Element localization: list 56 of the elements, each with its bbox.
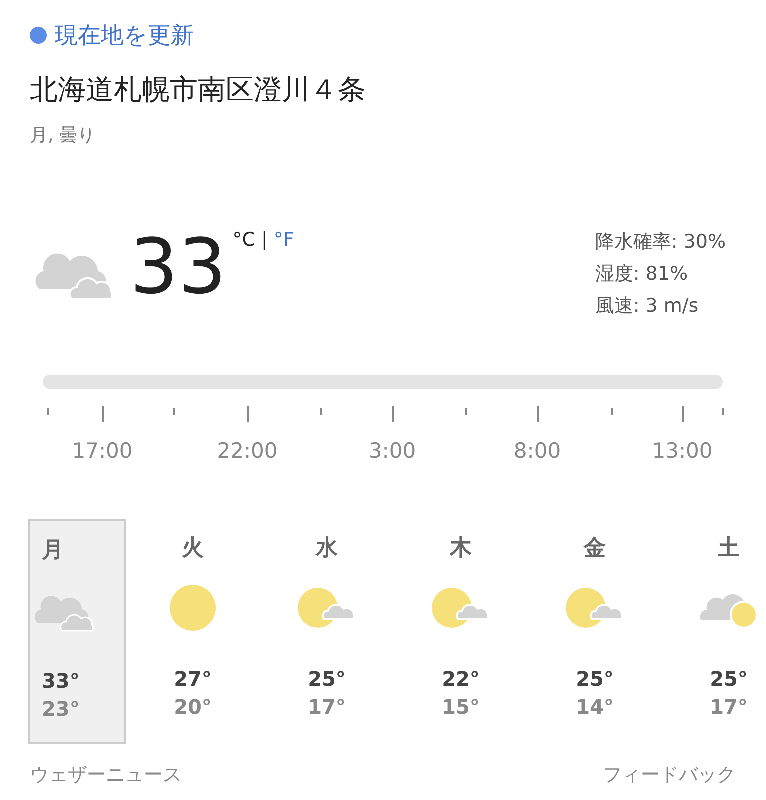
location-title: 北海道札幌市南区澄川４条 [29, 72, 367, 108]
time-label: 8:00 [514, 439, 562, 463]
day-label: 土 [718, 535, 740, 563]
weather-detail: 湿度: 81% [595, 262, 689, 287]
day-forecast[interactable]: 金 25° 14° [528, 519, 662, 744]
day-label: 月 [42, 537, 64, 565]
unit-separator: | [262, 229, 268, 251]
time-label: 17:00 [72, 439, 133, 463]
day-label: 金 [584, 535, 606, 563]
time-label: 22:00 [217, 439, 278, 463]
high-temperature: 22° [442, 667, 480, 691]
weather-detail: 風速: 3 m/s [595, 294, 700, 319]
tick-mark [320, 408, 322, 415]
low-temperature: 14° [576, 695, 614, 719]
high-temperature: 25° [710, 667, 748, 691]
sun-cloud-icon [432, 587, 490, 629]
day-label: 木 [450, 535, 472, 563]
day-forecast[interactable]: 水 25° 17° [260, 519, 394, 744]
tick-mark [682, 406, 684, 422]
high-temperature: 27° [174, 667, 212, 691]
sun-cloud-icon [298, 587, 356, 629]
tick-mark [611, 408, 613, 415]
weather-condition: 月, 曇り [29, 124, 96, 147]
low-temperature: 15° [442, 695, 480, 719]
day-label: 火 [182, 535, 204, 563]
tick-mark [392, 406, 394, 422]
tick-mark [47, 408, 49, 415]
refresh-location-link[interactable]: 現在地を更新 [55, 20, 194, 51]
sun-cloud-icon [566, 587, 624, 629]
time-label: 13:00 [652, 439, 713, 463]
tick-mark [722, 408, 724, 415]
tick-mark [537, 406, 539, 422]
low-temperature: 20° [174, 695, 212, 719]
current-temperature: 33 [130, 229, 227, 305]
day-forecast[interactable]: 木 22° 15° [394, 519, 528, 744]
day-forecast[interactable]: 月 33° 23° [28, 519, 126, 744]
tick-mark [173, 408, 175, 415]
unit-toggle[interactable]: °F [274, 229, 294, 251]
tick-mark [247, 406, 249, 422]
weather-detail: 降水確率: 30% [595, 230, 726, 255]
low-temperature: 23° [42, 697, 80, 721]
low-temperature: 17° [710, 695, 748, 719]
high-temperature: 25° [576, 667, 614, 691]
feedback-link[interactable]: フィードバック [603, 762, 736, 788]
time-label: 3:00 [368, 439, 416, 463]
location-dot-icon [30, 27, 47, 44]
day-label: 水 [316, 535, 338, 563]
day-forecast[interactable]: 土 25° 17° [662, 519, 766, 744]
weather-news-link[interactable]: ウェザーニュース [30, 762, 182, 788]
high-temperature: 25° [308, 667, 346, 691]
sun-icon [169, 584, 217, 632]
low-temperature: 17° [308, 695, 346, 719]
tick-mark [102, 406, 104, 422]
tick-mark [465, 408, 467, 415]
day-forecast[interactable]: 火 27° 20° [126, 519, 260, 744]
high-temperature: 33° [42, 669, 80, 693]
